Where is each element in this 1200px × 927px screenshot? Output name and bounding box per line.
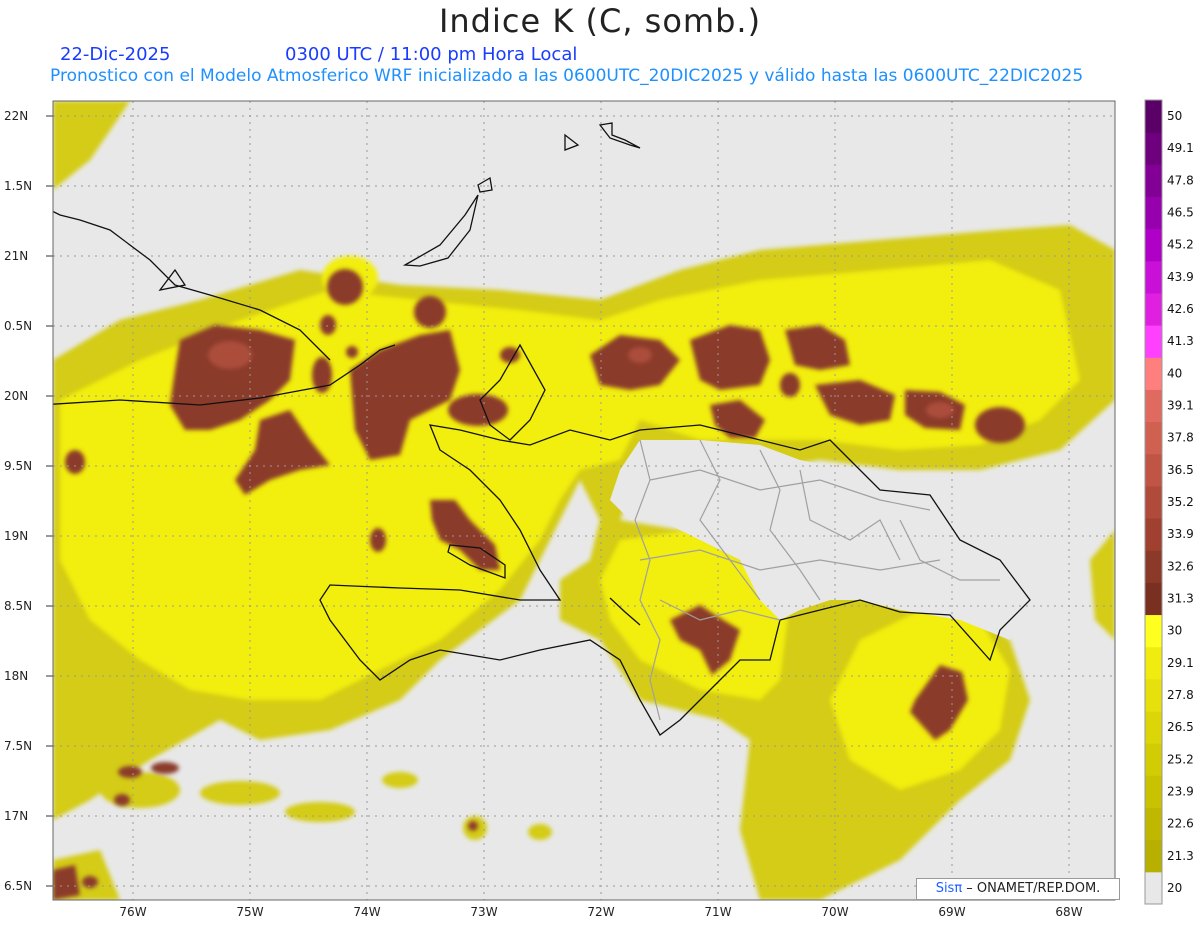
lat-label: 19N bbox=[4, 529, 28, 543]
colorbar-label: 42.6 bbox=[1167, 302, 1194, 316]
colorbar-swatch bbox=[1145, 582, 1162, 616]
colorbar-swatch bbox=[1145, 357, 1162, 390]
lon-label: 69W bbox=[938, 905, 965, 919]
colorbar-label: 43.9 bbox=[1167, 270, 1194, 284]
lat-label: 20N bbox=[4, 389, 28, 403]
colorbar-swatch bbox=[1145, 228, 1162, 262]
map-figure: 22N 1.5N 21N 0.5N 20N 9.5N 19N 8.5N 18N … bbox=[4, 99, 1194, 919]
colorbar-label: 32.6 bbox=[1167, 559, 1194, 573]
lat-label: 8.5N bbox=[4, 599, 32, 613]
lon-label: 72W bbox=[587, 905, 614, 919]
colorbar-swatch bbox=[1145, 292, 1162, 326]
colorbar-label: 25.2 bbox=[1167, 752, 1194, 766]
colorbar-label: 49.1 bbox=[1167, 141, 1194, 155]
colorbar-swatch bbox=[1145, 164, 1162, 197]
colorbar-label: 22.6 bbox=[1167, 817, 1194, 831]
lat-label: 17N bbox=[4, 809, 28, 823]
colorbar-swatch bbox=[1145, 100, 1162, 133]
lat-label: 9.5N bbox=[4, 459, 32, 473]
colorbar-swatch bbox=[1145, 453, 1162, 487]
colorbar-label: 45.2 bbox=[1167, 238, 1194, 252]
lat-label: 22N bbox=[4, 109, 28, 123]
colorbar-swatch bbox=[1145, 325, 1162, 358]
colorbar-label: 33.9 bbox=[1167, 527, 1194, 541]
lon-label: 70W bbox=[821, 905, 848, 919]
colorbar-swatch bbox=[1145, 389, 1162, 423]
colorbar-swatch bbox=[1145, 775, 1162, 809]
credit-brand: Sisπ bbox=[935, 881, 963, 896]
colorbar-swatch bbox=[1145, 421, 1162, 455]
lon-label: 75W bbox=[236, 905, 263, 919]
colorbar-swatch bbox=[1145, 485, 1162, 519]
lon-label: 68W bbox=[1055, 905, 1082, 919]
lon-label: 73W bbox=[470, 905, 497, 919]
colorbar-label: 40 bbox=[1167, 366, 1182, 380]
colorbar-swatch bbox=[1145, 743, 1162, 776]
colorbar-label: 37.8 bbox=[1167, 431, 1194, 445]
colorbar-label: 26.5 bbox=[1167, 720, 1194, 734]
latitude-labels: 22N 1.5N 21N 0.5N 20N 9.5N 19N 8.5N 18N … bbox=[4, 109, 32, 893]
colorbar-label: 20 bbox=[1167, 881, 1182, 895]
lat-label: 21N bbox=[4, 249, 28, 263]
lat-label: 6.5N bbox=[4, 879, 32, 893]
lat-label: 1.5N bbox=[4, 179, 32, 193]
lat-ticks bbox=[46, 115, 53, 887]
colorbar-label: 41.3 bbox=[1167, 334, 1194, 348]
colorbar-swatch bbox=[1145, 132, 1162, 165]
colorbar-swatch bbox=[1145, 196, 1162, 230]
colorbar-label: 21.3 bbox=[1167, 849, 1194, 863]
colorbar-swatch bbox=[1145, 518, 1162, 551]
lat-label: 7.5N bbox=[4, 739, 32, 753]
colorbar-swatch bbox=[1145, 839, 1162, 873]
lon-label: 71W bbox=[704, 905, 731, 919]
colorbar-swatch bbox=[1145, 550, 1162, 583]
colorbar-label: 35.2 bbox=[1167, 495, 1194, 509]
lon-label: 74W bbox=[353, 905, 380, 919]
colorbar-swatch bbox=[1145, 871, 1162, 905]
colorbar-swatch bbox=[1145, 646, 1162, 680]
colorbar-label: 23.9 bbox=[1167, 784, 1194, 798]
colorbar-label: 36.5 bbox=[1167, 463, 1194, 477]
credit-label: Sisπ – ONAMET/REP.DOM. bbox=[916, 878, 1120, 900]
credit-text: – ONAMET/REP.DOM. bbox=[962, 881, 1101, 896]
longitude-labels: 76W 75W 74W 73W 72W 71W 70W 69W 68W bbox=[119, 905, 1082, 919]
colorbar-swatch bbox=[1145, 614, 1162, 648]
lat-label: 18N bbox=[4, 669, 28, 683]
colorbar-label: 47.8 bbox=[1167, 173, 1194, 187]
colorbar-label: 27.8 bbox=[1167, 688, 1194, 702]
lon-label: 76W bbox=[119, 905, 146, 919]
colorbar-label: 46.5 bbox=[1167, 206, 1194, 220]
colorbar-label: 29.1 bbox=[1167, 656, 1194, 670]
colorbar-swatch bbox=[1145, 807, 1162, 841]
lat-label: 0.5N bbox=[4, 319, 32, 333]
colorbar-swatch bbox=[1145, 711, 1162, 744]
colorbar-label: 30 bbox=[1167, 624, 1182, 638]
colorbar: 50 49.1 47.8 46.5 45.2 43.9 42.6 41.3 40 39.1 37.8… bbox=[1144, 99, 1194, 905]
colorbar-label: 31.3 bbox=[1167, 591, 1194, 605]
colorbar-swatch bbox=[1145, 260, 1162, 294]
colorbar-swatch bbox=[1145, 678, 1162, 712]
colorbar-label: 50 bbox=[1167, 109, 1182, 123]
colorbar-label: 39.1 bbox=[1167, 399, 1194, 413]
